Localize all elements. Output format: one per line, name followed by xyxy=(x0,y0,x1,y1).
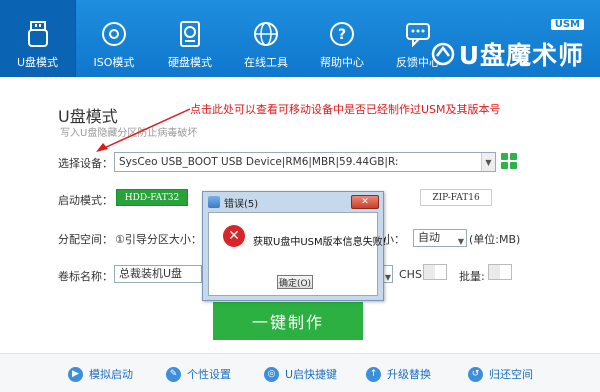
boot-shortcut-button[interactable]: ◎ U启快捷键 xyxy=(264,366,337,382)
device-value: SysCeo USB_BOOT USB Device|RM6|MBR|59.44… xyxy=(119,156,399,168)
simulate-boot-button[interactable]: ▶ 模拟启动 xyxy=(68,366,133,382)
device-select[interactable]: SysCeo USB_BOOT USB Device|RM6|MBR|59.44… xyxy=(114,152,496,172)
simulate-icon: ▶ xyxy=(68,366,83,382)
volume-label: 卷标名称： xyxy=(58,270,113,283)
usm-badge: USM xyxy=(550,19,584,30)
svg-text:?: ? xyxy=(338,27,346,43)
tab-label: ISO模式 xyxy=(93,56,135,69)
tab-online-tools[interactable]: 在线工具 xyxy=(228,0,304,77)
volume-name-input[interactable]: 总裁装机U盘 xyxy=(114,265,202,283)
volume-name-value: 总裁装机U盘 xyxy=(119,267,183,280)
partition-size-value: 自动 xyxy=(418,231,440,244)
globe-icon xyxy=(252,20,280,48)
tab-label: 在线工具 xyxy=(244,56,288,69)
boot-mode-zip-fat16[interactable]: ZIP-FAT16 xyxy=(420,189,492,206)
chs-label: CHS: xyxy=(399,268,426,281)
personal-settings-button[interactable]: ✎ 个性设置 xyxy=(166,366,231,382)
main-nav: U盘模式 ISO模式 硬盘模式 在线工具 ? 帮助中心 反馈中心 xyxy=(0,0,456,77)
tab-label: 帮助中心 xyxy=(320,56,364,69)
chevron-down-icon: ▼ xyxy=(384,273,391,282)
brand-logo: U盘魔术师 xyxy=(431,36,584,72)
batch-toggle[interactable] xyxy=(488,264,512,280)
tab-usb-mode[interactable]: U盘模式 xyxy=(0,0,76,77)
device-info-button[interactable] xyxy=(501,153,517,169)
annotation-arrow-icon xyxy=(96,108,191,152)
dialog-message: 获取U盘中USM版本信息失败! xyxy=(253,237,387,248)
help-icon: ? xyxy=(328,20,356,48)
chevron-down-icon: ▼ xyxy=(457,237,464,246)
restore-space-button[interactable]: ↺ 归还空间 xyxy=(468,366,533,382)
tab-label: 硬盘模式 xyxy=(168,56,212,69)
dialog-close-button[interactable]: ✕ xyxy=(351,195,379,209)
partition-label: 分配空间： xyxy=(58,233,113,246)
feedback-icon xyxy=(404,20,432,48)
tab-label: U盘模式 xyxy=(16,56,59,69)
shortcut-icon: ◎ xyxy=(264,366,279,382)
upgrade-icon: ↑ xyxy=(366,366,381,382)
hard-disk-icon xyxy=(176,20,204,48)
one-click-make-button[interactable]: 一键制作 xyxy=(213,302,363,340)
footer-label: 归还空间 xyxy=(489,368,533,381)
boot-mode-hdd-fat32[interactable]: HDD-FAT32 xyxy=(116,189,188,206)
chs-toggle[interactable] xyxy=(423,264,447,280)
dialog-ok-button[interactable]: 确定(O) xyxy=(277,275,313,289)
dialog-title: 错误(5) xyxy=(224,198,259,210)
device-label: 选择设备： xyxy=(58,157,113,170)
usb-drive-icon xyxy=(24,20,52,48)
dialog-body: ✕ 获取U盘中USM版本信息失败! 确定(O) xyxy=(208,212,387,296)
settings-icon: ✎ xyxy=(166,366,181,382)
top-header: U盘模式 ISO模式 硬盘模式 在线工具 ? 帮助中心 反馈中心 USM U盘魔… xyxy=(0,0,600,77)
brand-mark-icon xyxy=(431,42,454,66)
error-dialog: 错误(5) ✕ ✕ 获取U盘中USM版本信息失败! 确定(O) xyxy=(202,191,387,301)
restore-icon: ↺ xyxy=(468,366,483,382)
boot-mode-label: 启动模式： xyxy=(58,194,113,207)
brand-name: U盘魔术师 xyxy=(458,41,584,70)
batch-label: 批量: xyxy=(459,270,485,283)
footer-label: 模拟启动 xyxy=(89,368,133,381)
volume-dropdown[interactable]: ▼ xyxy=(383,265,393,283)
bottom-toolbar: ▶ 模拟启动 ✎ 个性设置 ◎ U启快捷键 ↑ 升级替换 ↺ 归还空间 xyxy=(0,353,600,392)
partition-unit: (单位:MB) xyxy=(469,233,521,246)
partition-size-select[interactable]: 自动 ▼ xyxy=(413,229,467,247)
tab-iso-mode[interactable]: ISO模式 xyxy=(76,0,152,77)
tab-help-center[interactable]: ? 帮助中心 xyxy=(304,0,380,77)
footer-label: 个性设置 xyxy=(187,368,231,381)
footer-label: U启快捷键 xyxy=(285,368,338,381)
chevron-down-icon: ▼ xyxy=(481,153,495,171)
tab-hdd-mode[interactable]: 硬盘模式 xyxy=(152,0,228,77)
partition-text: ①引导分区大小： xyxy=(115,233,202,246)
disc-icon xyxy=(100,20,128,48)
footer-label: 升级替换 xyxy=(387,368,431,381)
upgrade-replace-button[interactable]: ↑ 升级替换 xyxy=(366,366,431,382)
annotation-text: 点击此处可以查看可移动设备中是否已经制作过USM及其版本号 xyxy=(190,103,501,116)
error-icon: ✕ xyxy=(223,225,245,247)
window-icon xyxy=(208,196,220,208)
